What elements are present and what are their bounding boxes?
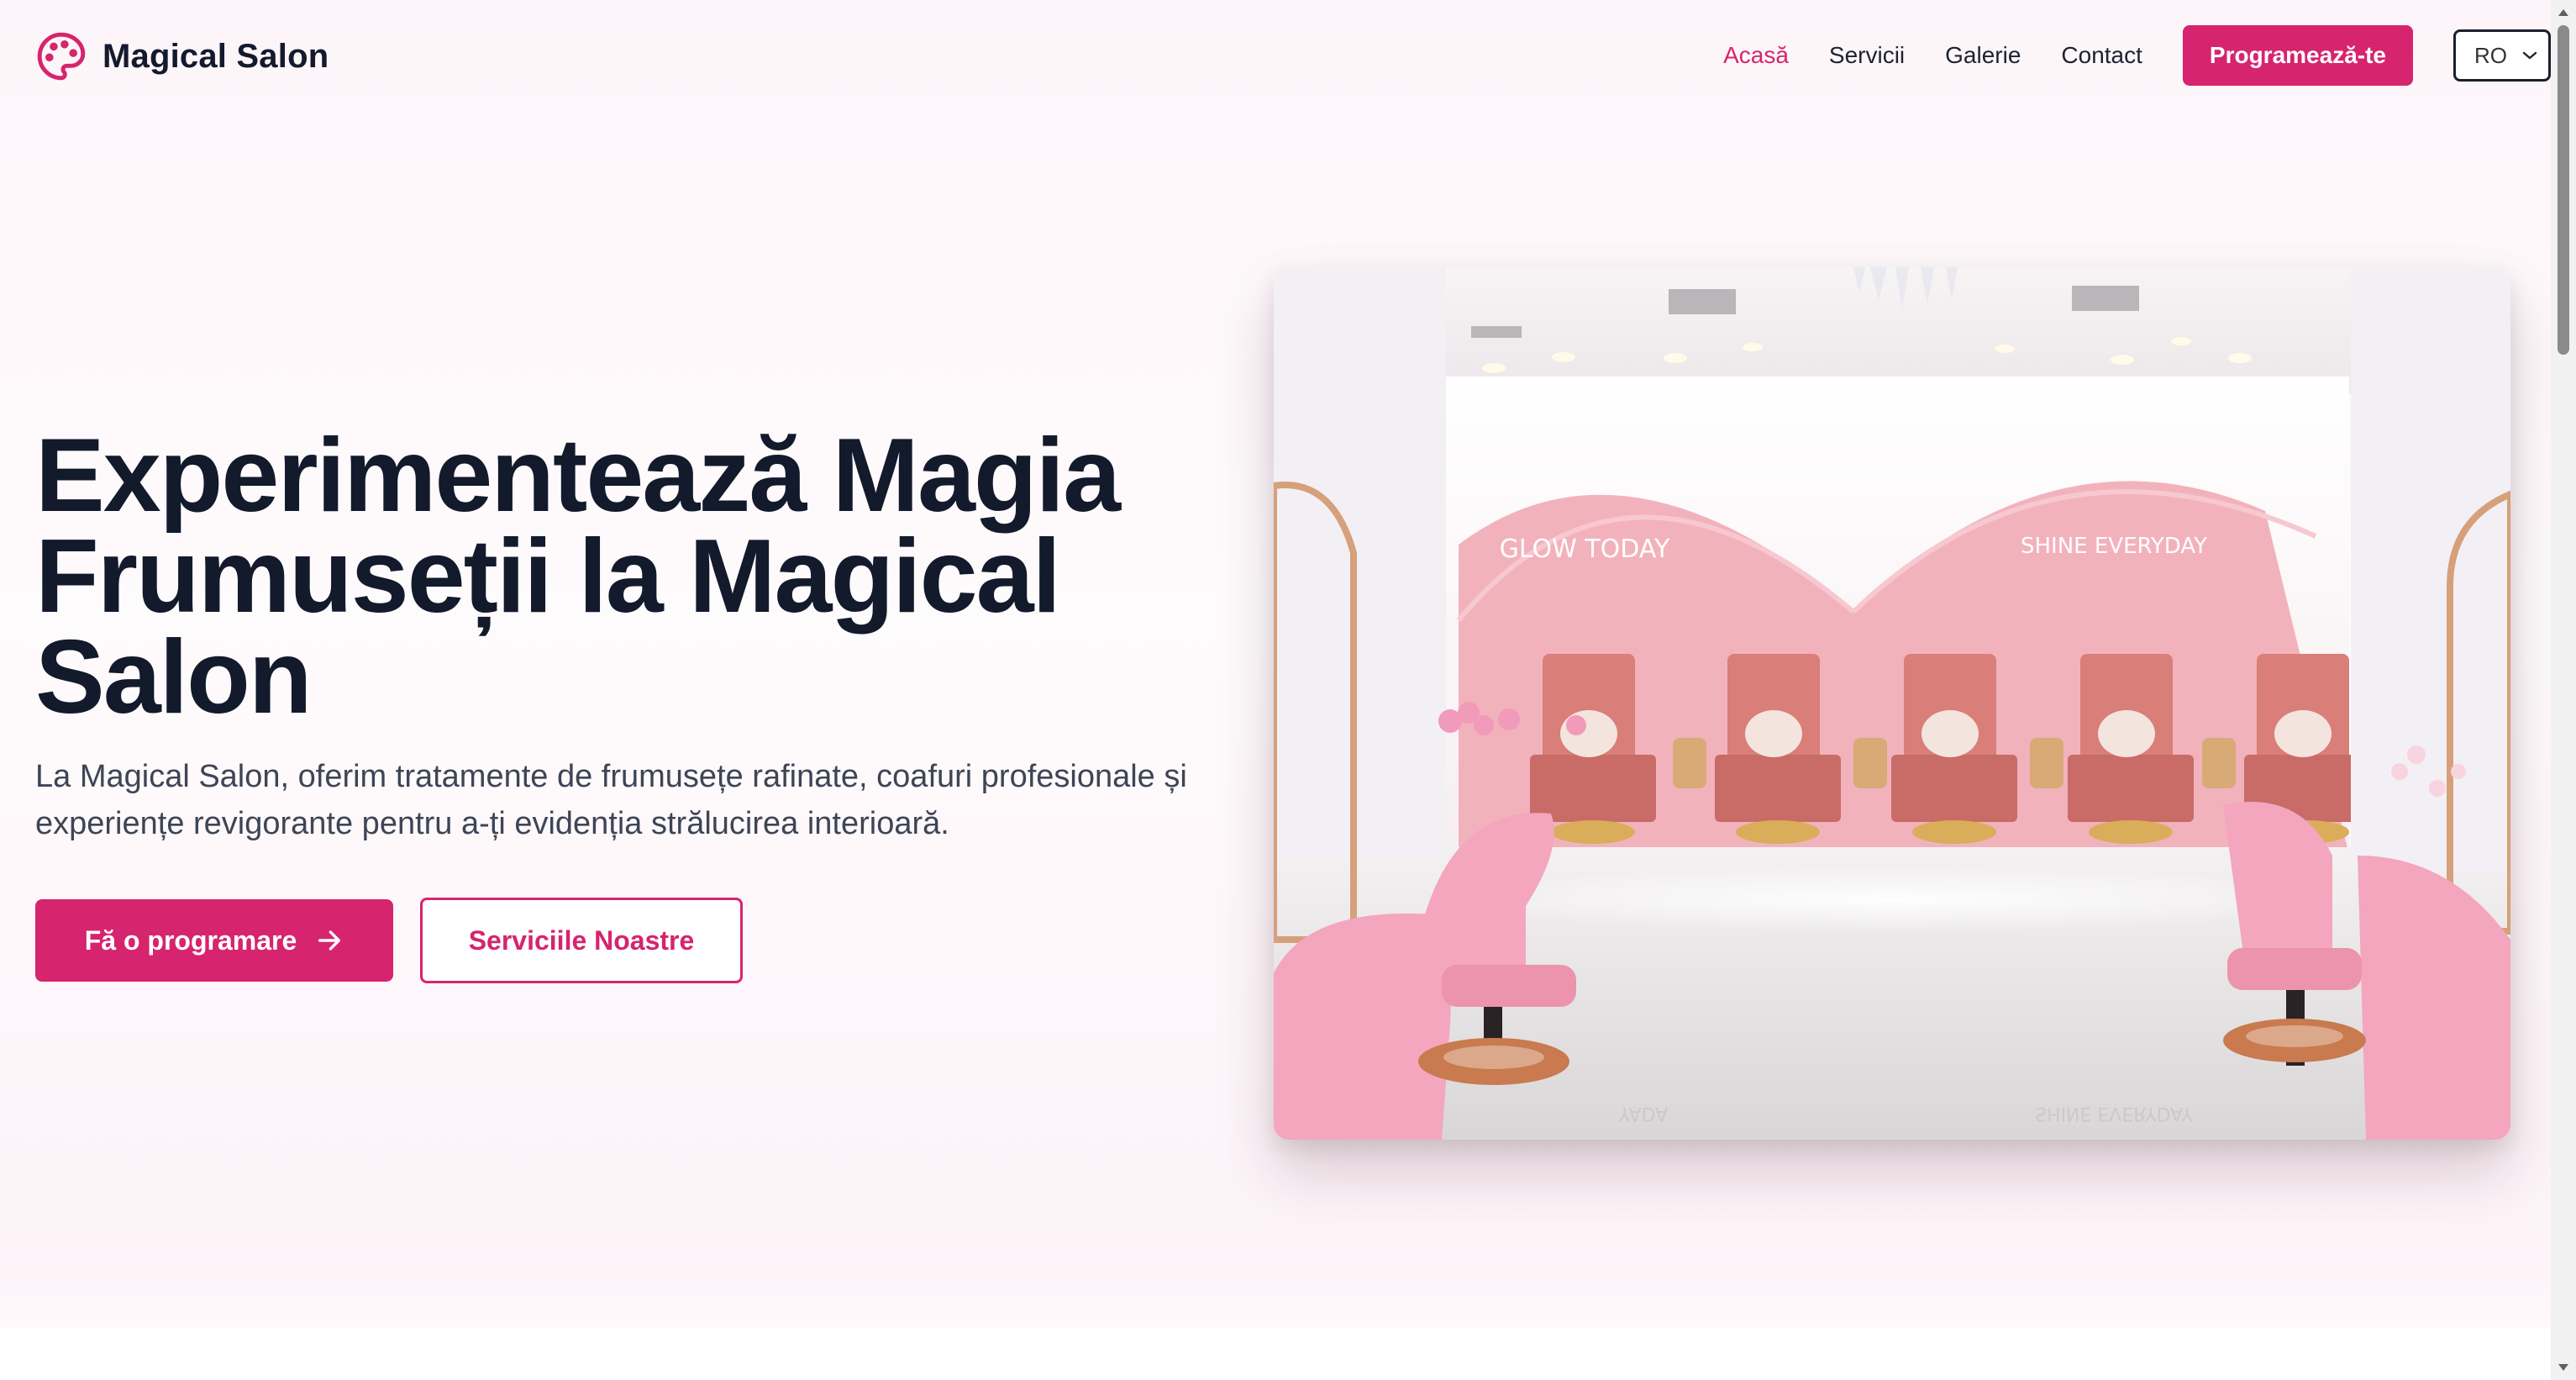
- chevron-down-icon: [2522, 51, 2537, 60]
- hero-title-line: Salon: [35, 619, 313, 735]
- nav-link-acasa[interactable]: Acasă: [1723, 42, 1789, 69]
- hero-title: Experimentează Magia Frumuseții la Magic…: [35, 418, 1212, 735]
- nav-link-contact[interactable]: Contact: [2061, 42, 2142, 69]
- site-header: Magical Salon Acasă Servicii Galerie Con…: [0, 0, 2551, 113]
- hero-title-line: Frumuseții la Magical: [35, 519, 1061, 635]
- brand-name: Magical Salon: [103, 37, 329, 75]
- hero-buttons: Fă o programare Serviciile Noastre: [35, 898, 743, 983]
- floor-reflection-yada: YADA: [1618, 1103, 1668, 1124]
- hero-description-line: La Magical Salon, oferim tratamente de f…: [35, 759, 1187, 794]
- arrow-right-icon: [318, 930, 341, 951]
- scroll-up-arrow-icon[interactable]: [2551, 0, 2576, 25]
- palette-icon: [37, 32, 86, 81]
- book-appointment-button[interactable]: Programează-te: [2182, 25, 2413, 86]
- our-services-button[interactable]: Serviciile Noastre: [420, 898, 743, 983]
- make-appointment-label: Fă o programare: [84, 924, 297, 956]
- section-divider: [0, 1328, 2551, 1380]
- hero-description: La Magical Salon, oferim tratamente de f…: [35, 753, 1262, 847]
- wall-sign-glow-today: GLOW TODAY: [1500, 535, 1670, 564]
- brand-logo[interactable]: Magical Salon: [35, 29, 329, 84]
- main-nav: Acasă Servicii Galerie Contact Programea…: [1723, 25, 2551, 86]
- scroll-down-arrow-icon[interactable]: [2551, 1355, 2576, 1380]
- salon-interior-image: GLOW TODAY SHINE EVERYDAY YADA SHINE EVE…: [1274, 267, 2510, 1140]
- hero-description-line: experiențe revigorante pentru a-ți evide…: [35, 806, 949, 841]
- wall-sign-shine-everyday: SHINE EVERYDAY: [2021, 534, 2207, 559]
- nav-link-galerie[interactable]: Galerie: [1945, 42, 2021, 69]
- scrollbar-thumb[interactable]: [2558, 25, 2569, 355]
- nav-link-servicii[interactable]: Servicii: [1829, 42, 1905, 69]
- page: Magical Salon Acasă Servicii Galerie Con…: [0, 0, 2551, 1380]
- hero-title-line: Experimentează Magia: [35, 418, 1121, 534]
- page-scrollbar[interactable]: [2551, 0, 2576, 1380]
- make-appointment-button[interactable]: Fă o programare: [35, 899, 393, 982]
- floor-reflection-shine-everyday: SHINE EVERYDAY: [2035, 1103, 2193, 1124]
- language-select-value: RO: [2474, 42, 2507, 68]
- language-select[interactable]: RO: [2453, 29, 2551, 82]
